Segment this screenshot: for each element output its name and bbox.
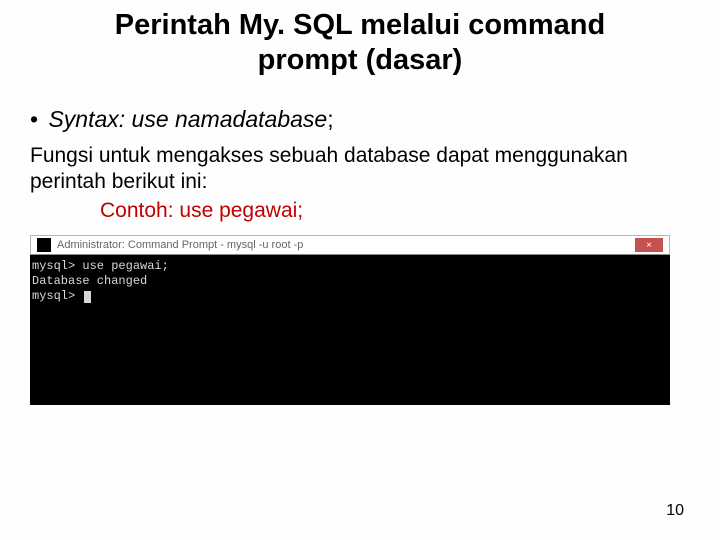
close-icon[interactable]: × (635, 238, 663, 252)
title-line-2: prompt (dasar) (258, 44, 463, 76)
terminal-titlebar: Administrator: Command Prompt - mysql -u… (30, 235, 670, 255)
terminal-line-3: mysql> (32, 289, 82, 303)
page-number: 10 (666, 502, 684, 520)
slide: Perintah My. SQL melalui command prompt … (0, 0, 720, 540)
cursor-icon (84, 291, 91, 303)
bullet-dot: • (30, 106, 38, 133)
syntax-bullet: • Syntax: use namadatabase; (0, 106, 720, 133)
terminal-title-text: Administrator: Command Prompt - mysql -u… (57, 239, 635, 251)
terminal-line-2: Database changed (32, 274, 147, 288)
description-text: Fungsi untuk mengakses sebuah database d… (0, 143, 720, 196)
terminal-window: Administrator: Command Prompt - mysql -u… (30, 235, 670, 405)
cmd-icon (37, 238, 51, 252)
syntax-semicolon: ; (327, 106, 333, 132)
title-line-1: Perintah My. SQL melalui command (115, 9, 605, 41)
terminal-line-1: mysql> use pegawai; (32, 259, 169, 273)
syntax-text: Syntax: use namadatabase (48, 106, 327, 132)
example-text: Contoh: use pegawai; (0, 199, 720, 223)
slide-title: Perintah My. SQL melalui command prompt … (0, 8, 720, 78)
terminal-body: mysql> use pegawai; Database changed mys… (30, 255, 670, 405)
